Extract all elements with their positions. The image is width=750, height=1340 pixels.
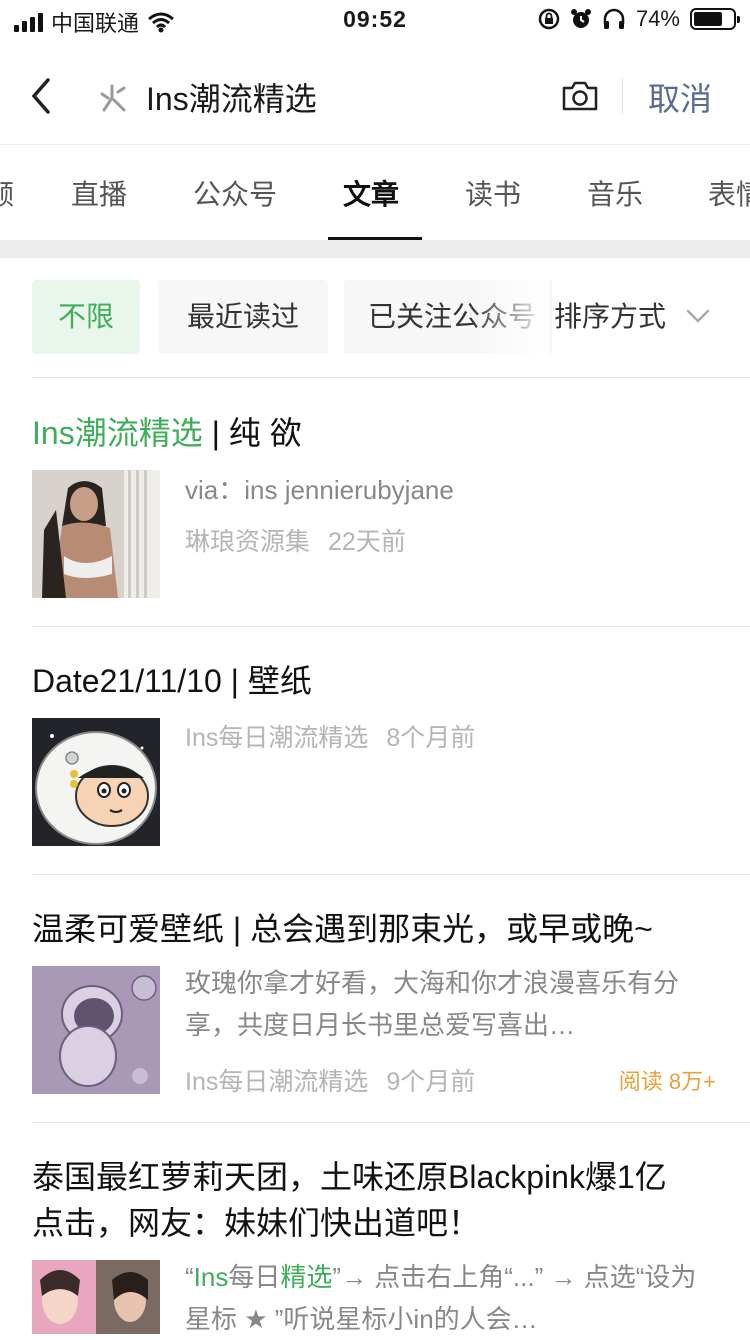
desc-highlight: Ins <box>193 1262 229 1292</box>
cancel-button[interactable]: 取消 <box>648 74 712 120</box>
result-time: 22天前 <box>328 528 406 556</box>
rotation-lock-icon <box>538 8 560 30</box>
divider <box>32 874 750 875</box>
search-input[interactable]: Ins潮流精选 <box>146 74 317 120</box>
result-title[interactable]: 温柔可爱壁纸 | 总会遇到那束光，或早或晚~ <box>32 904 653 950</box>
sort-dropdown[interactable]: 排序方式 <box>552 280 667 354</box>
tab-articles[interactable]: 文章 <box>343 173 399 213</box>
search-logo-icon <box>100 84 126 112</box>
thumbnail-image <box>32 966 160 1094</box>
divider <box>32 377 750 378</box>
filter-chip-recently-read[interactable]: 最近读过 <box>158 280 328 354</box>
result-title-line2[interactable]: 点击，网友：妹妹们快出道吧！ <box>32 1198 480 1244</box>
back-button[interactable] <box>26 70 66 122</box>
header-divider <box>622 78 623 114</box>
category-tabs: 频 直播 公众号 文章 读书 音乐 表情 <box>0 144 750 241</box>
tab-video[interactable]: 频 <box>0 173 14 213</box>
battery-percent: 74% <box>635 6 680 31</box>
thumbnail-image <box>32 1260 160 1334</box>
result-thumbnail[interactable] <box>32 470 160 598</box>
result-description: “Ins每日精选”→ 点击右上角“...” → 点选“设为星标 ★ ”听说星标小… <box>185 1256 715 1340</box>
thumbnail-image <box>32 470 160 598</box>
result-thumbnail[interactable] <box>32 966 160 1094</box>
result-thumbnail[interactable] <box>32 718 160 846</box>
read-count: 阅读 8万+ <box>618 1069 716 1094</box>
status-right: 74% <box>538 6 740 32</box>
result-title-line1[interactable]: 泰国最红萝莉天团，土味还原Blackpink爆1亿 <box>32 1152 667 1198</box>
result-meta: 琳琅资源集 22天前 <box>185 522 406 558</box>
desc-highlight: 精选 <box>280 1262 333 1292</box>
result-time: 8个月前 <box>386 724 476 752</box>
filter-chip-unlimited[interactable]: 不限 <box>32 280 140 354</box>
desc-text: 每日 <box>228 1262 281 1292</box>
result-description: 玫瑰你拿才好看，大海和你才浪漫喜乐有分享，共度日月长书里总爱写喜出… <box>185 968 680 1040</box>
title-text: | 纯 欲 <box>202 415 302 451</box>
alarm-icon <box>570 9 591 28</box>
result-title[interactable]: Ins潮流精选 | 纯 欲 <box>32 408 302 454</box>
title-highlight: Ins潮流精选 <box>32 415 203 451</box>
result-meta: Ins每日潮流精选 8个月前 <box>185 718 475 754</box>
thumbnail-image <box>32 718 160 846</box>
tab-official-accounts[interactable]: 公众号 <box>193 173 277 213</box>
status-bar: 中国联通 09:52 74% <box>0 0 750 40</box>
headphones-icon <box>603 8 625 29</box>
divider <box>32 1122 750 1123</box>
filter-bar: 不限 最近读过 已关注公众号 排序方式 <box>0 280 750 354</box>
result-time: 9个月前 <box>386 1068 476 1096</box>
section-separator <box>0 240 750 258</box>
search-header: Ins潮流精选 取消 <box>0 48 750 144</box>
chevron-down-icon[interactable] <box>686 304 710 328</box>
tab-live[interactable]: 直播 <box>71 173 127 213</box>
result-description: via：ins jennierubyjane <box>185 475 454 505</box>
camera-icon[interactable] <box>560 78 600 114</box>
desc-text: “ <box>185 1262 194 1292</box>
result-source[interactable]: 琳琅资源集 <box>185 528 310 556</box>
divider <box>32 626 750 627</box>
result-meta: Ins每日潮流精选 9个月前 <box>185 1062 475 1098</box>
result-source[interactable]: Ins每日潮流精选 <box>185 1068 368 1096</box>
result-thumbnail[interactable] <box>32 1260 160 1334</box>
result-title[interactable]: Date21/11/10 | 壁纸 <box>32 656 312 702</box>
filter-fade <box>470 280 550 354</box>
result-source[interactable]: Ins每日潮流精选 <box>185 724 368 752</box>
chevron-left-icon <box>31 78 50 114</box>
tab-stickers[interactable]: 表情 <box>708 173 750 213</box>
tab-music[interactable]: 音乐 <box>587 173 643 213</box>
tab-books[interactable]: 读书 <box>465 173 521 213</box>
battery-icon <box>690 8 740 30</box>
